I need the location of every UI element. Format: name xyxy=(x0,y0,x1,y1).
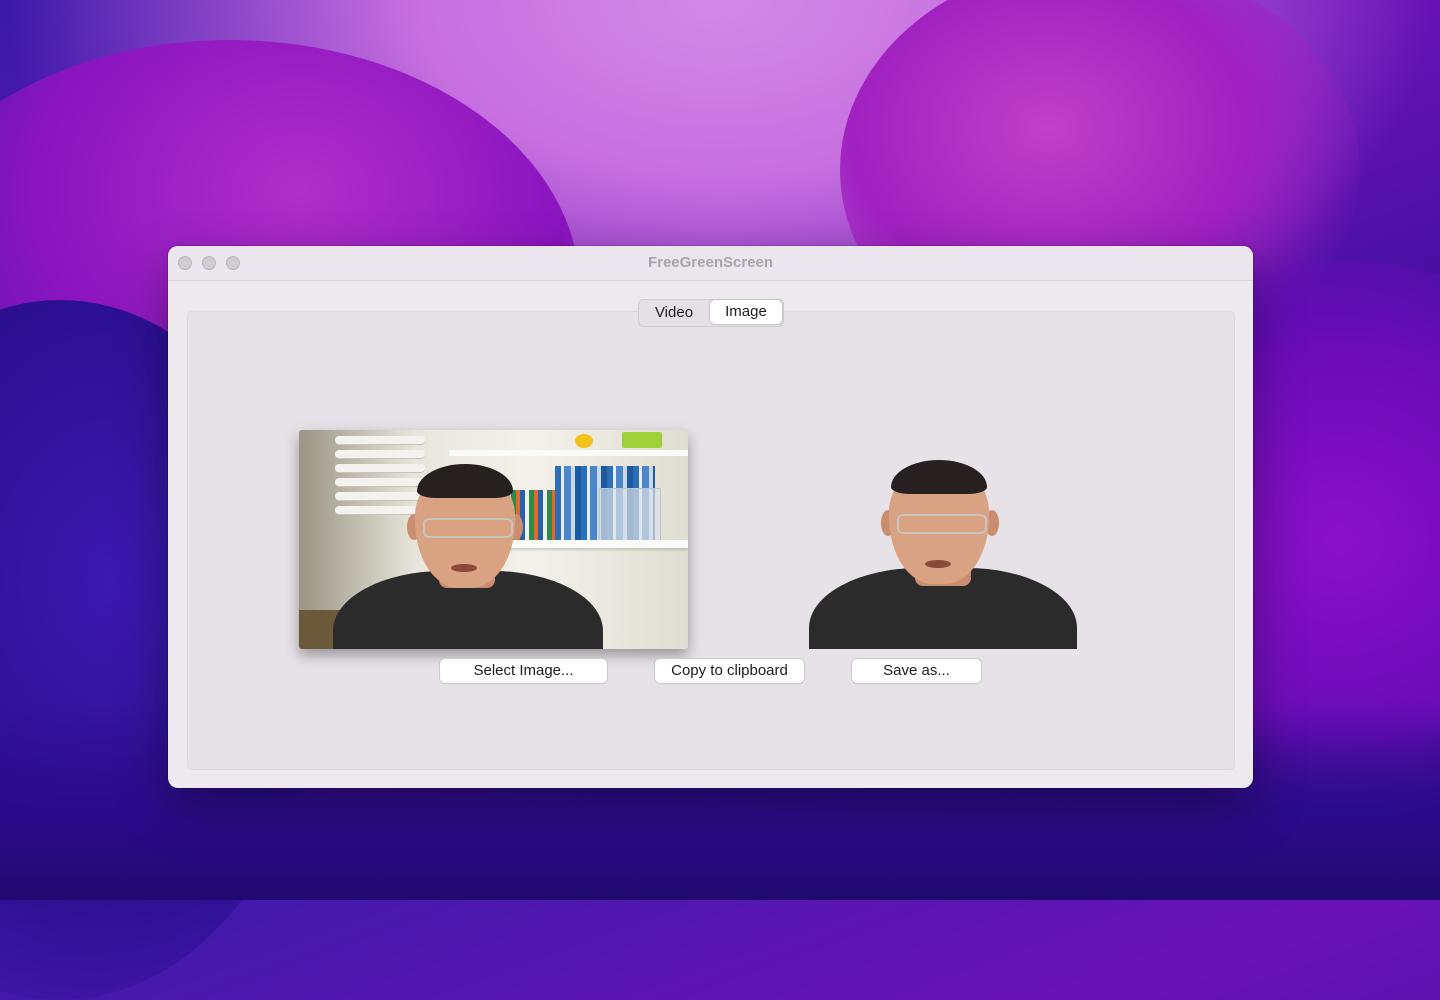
select-image-button[interactable]: Select Image... xyxy=(440,659,607,683)
tab-content-panel xyxy=(187,311,1235,770)
title-bar[interactable]: FreeGreenScreen xyxy=(168,246,1253,281)
result-image xyxy=(809,460,1077,649)
tab-video[interactable]: Video xyxy=(639,300,709,326)
copy-to-clipboard-button[interactable]: Copy to clipboard xyxy=(655,659,804,683)
app-window: FreeGreenScreen Video Image Select Image… xyxy=(168,246,1253,788)
window-title: FreeGreenScreen xyxy=(647,254,774,271)
save-as-button[interactable]: Save as... xyxy=(852,659,981,683)
tab-image[interactable]: Image xyxy=(710,300,782,324)
mode-segmented-control: Video Image xyxy=(638,299,784,327)
source-image xyxy=(299,430,688,649)
